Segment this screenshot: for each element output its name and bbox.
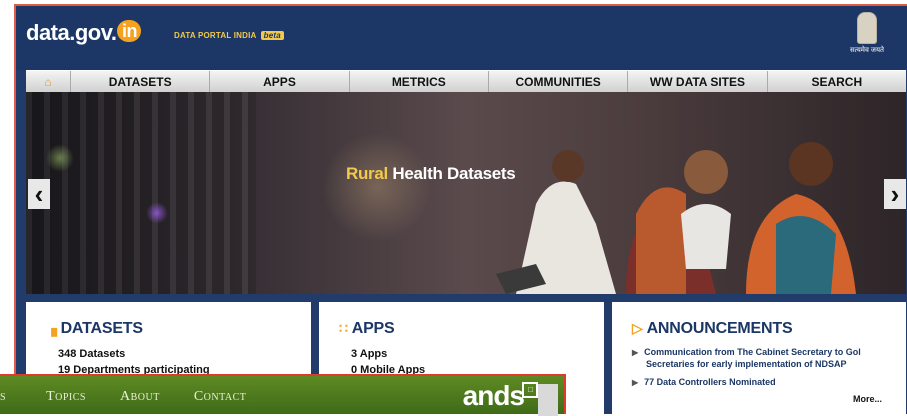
nav-item-metrics[interactable]: METRICS — [348, 71, 488, 93]
ands-nav: s Topics About Contact — [0, 382, 280, 412]
ands-nav-item-partial[interactable]: s — [0, 389, 6, 405]
logo-text: data.gov. — [26, 20, 117, 45]
ands-logo[interactable]: ands □ — [463, 380, 538, 412]
ands-nav-item-topics[interactable]: Topics — [46, 389, 86, 405]
datasets-count: 348 Datasets — [58, 348, 126, 360]
nav-item-communities[interactable]: COMMUNITIES — [487, 71, 627, 93]
site-header: data.gov. in DATA PORTAL INDIA beta सत्यम… — [16, 6, 907, 70]
announcement-item[interactable]: ▶ 77 Data Controllers Nominated — [632, 376, 776, 389]
nav-item-datasets[interactable]: DATASETS — [70, 71, 209, 93]
nav-item-ww-data-sites[interactable]: WW DATA SITES — [627, 71, 766, 93]
apps-count: 3 Apps — [351, 348, 388, 360]
main-nav: ⌂ DATASETS APPS METRICS COMMUNITIES WW D… — [26, 70, 906, 93]
portal-name: DATA PORTAL INDIA — [174, 31, 257, 40]
emblem-icon — [857, 12, 877, 44]
banner-photo — [496, 142, 856, 294]
portal-window: data.gov. in DATA PORTAL INDIA beta सत्यम… — [14, 4, 907, 414]
bullet-icon: ▶ — [632, 348, 639, 357]
nav-item-apps[interactable]: APPS — [209, 71, 348, 93]
banner-building — [26, 92, 256, 294]
ands-nav-item-contact[interactable]: Contact — [194, 389, 247, 405]
datasets-icon: ▗ — [46, 320, 57, 336]
chevron-left-icon[interactable]: ‹ — [28, 179, 50, 209]
datasets-heading: ▗ DATASETS — [46, 320, 143, 337]
chevron-right-icon[interactable]: › — [884, 179, 906, 209]
ands-nav-item-about[interactable]: About — [120, 389, 160, 405]
scrollbar[interactable] — [538, 384, 558, 416]
home-icon[interactable]: ⌂ — [26, 71, 70, 93]
megaphone-icon: ▷ — [632, 320, 643, 336]
announcements-heading: ▷ ANNOUNCEMENTS — [632, 320, 793, 337]
ands-nav-overlay: s Topics About Contact ands □ — [0, 374, 566, 416]
national-emblem: सत्यमेव जयते — [845, 10, 889, 60]
logo-badge: in — [117, 20, 142, 42]
bullet-icon: ▶ — [632, 378, 639, 387]
site-logo[interactable]: data.gov. in — [26, 20, 142, 46]
more-link[interactable]: More... — [853, 394, 882, 404]
apps-icon: ∷ — [339, 320, 348, 336]
emblem-motto: सत्यमेव जयते — [849, 47, 885, 54]
announcement-item-continued[interactable]: Secretaries for early implementation of … — [646, 358, 847, 370]
hero-banner[interactable]: Rural Health Datasets ‹ › — [26, 92, 906, 294]
external-window-icon: □ — [522, 382, 538, 398]
beta-badge: beta — [260, 31, 284, 40]
announcements-panel[interactable]: ▷ ANNOUNCEMENTS ▶ Communication from The C… — [612, 302, 906, 414]
nav-item-search[interactable]: SEARCH — [766, 71, 906, 93]
banner-title: Rural Health Datasets — [346, 164, 516, 183]
apps-heading: ∷ APPS — [339, 320, 395, 337]
portal-label: DATA PORTAL INDIA beta — [174, 31, 284, 40]
